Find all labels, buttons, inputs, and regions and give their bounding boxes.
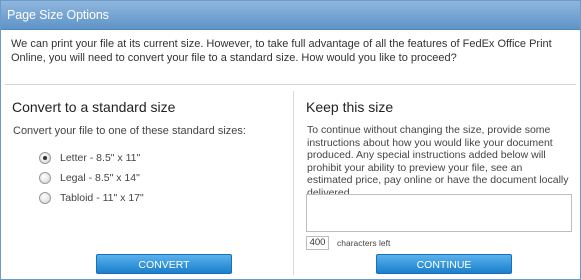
section-divider [5,84,576,85]
keep-size-heading: Keep this size [306,99,394,115]
characters-left-count: 400 [306,236,329,250]
size-option-legal[interactable]: Legal - 8.5" x 14" [39,171,140,185]
size-option-label: Tabloid - 11" x 17" [60,192,144,204]
size-option-label: Letter - 8.5" x 11" [60,152,141,164]
size-option-label: Legal - 8.5" x 14" [60,172,140,184]
characters-left-label: characters left [337,238,391,248]
page-size-options-dialog: Page Size Options We can print your file… [0,0,581,280]
column-divider [293,91,294,275]
convert-heading: Convert to a standard size [12,99,176,115]
size-option-letter[interactable]: Letter - 8.5" x 11" [39,151,140,165]
convert-subtext: Convert your file to one of these standa… [13,125,246,137]
keep-size-description: To continue without changing the size, p… [307,124,569,199]
size-option-tabloid[interactable]: Tabloid - 11" x 17" [39,191,144,205]
dialog-title: Page Size Options [7,8,109,22]
radio-letter[interactable] [39,152,51,164]
intro-text: We can print your file at its current si… [11,38,552,64]
special-instructions-textarea[interactable] [306,194,572,232]
dialog-title-bar: Page Size Options [1,1,580,30]
convert-button[interactable]: CONVERT [96,254,232,274]
continue-button[interactable]: CONTINUE [376,254,512,274]
radio-legal[interactable] [39,172,51,184]
radio-tabloid[interactable] [39,192,51,204]
